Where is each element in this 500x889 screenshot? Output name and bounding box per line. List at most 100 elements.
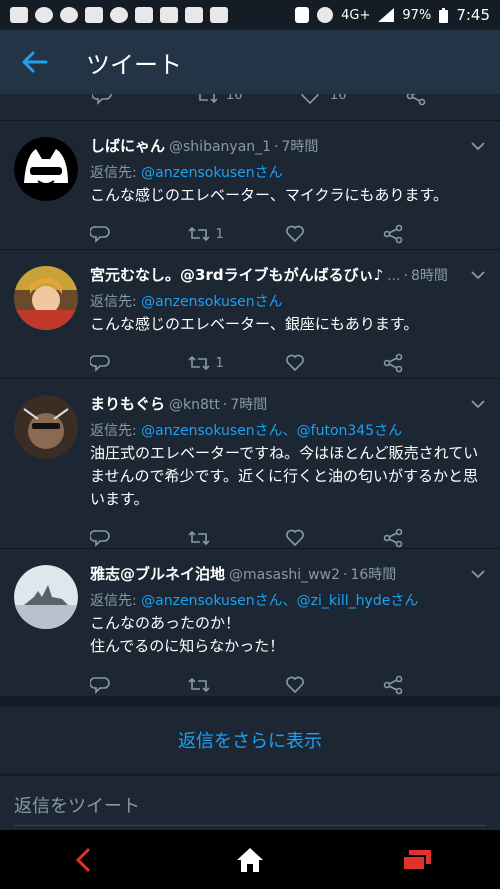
share-button[interactable] bbox=[383, 675, 481, 695]
chevron-down-icon[interactable] bbox=[470, 270, 486, 280]
like-icon bbox=[286, 676, 304, 694]
mention-link[interactable]: @anzensokusenさん、@futon345さん bbox=[141, 423, 402, 439]
tweet-text: 油圧式のエレベーターですね。今はほとんど販売されていませんので希少です。近くに行… bbox=[90, 444, 479, 508]
share-icon[interactable] bbox=[406, 94, 426, 106]
share-icon bbox=[383, 528, 402, 548]
show-more-replies-button[interactable]: 返信をさらに表示 bbox=[0, 697, 500, 783]
share-icon bbox=[383, 224, 402, 244]
back-button[interactable] bbox=[0, 30, 70, 94]
handle[interactable]: @kn8tt bbox=[169, 397, 220, 413]
mention-link[interactable]: @anzensokusenさん bbox=[141, 165, 282, 181]
mention-link[interactable]: @anzensokusenさん bbox=[141, 294, 282, 310]
tweet-header: しばにゃん @shibanyan_1 · 7時間 bbox=[90, 135, 480, 156]
retweet-button[interactable]: 1 bbox=[187, 226, 286, 242]
display-name[interactable]: 雅志@ブルネイ泊地 bbox=[90, 563, 225, 584]
share-icon bbox=[383, 675, 402, 695]
tweet-header: 雅志@ブルネイ泊地 @masashi_ww2 · 16時間 bbox=[90, 563, 480, 584]
display-name[interactable]: しばにゃん bbox=[90, 135, 165, 156]
timestamp: 7時間 bbox=[230, 397, 268, 413]
reply-button[interactable] bbox=[90, 353, 188, 373]
separator: · bbox=[274, 139, 279, 155]
share-icon bbox=[383, 353, 402, 373]
retweet-icon bbox=[187, 677, 210, 693]
mention-link[interactable]: @anzensokusenさん、@zi_kill_hydeさん bbox=[141, 593, 418, 609]
avatar-image bbox=[14, 266, 78, 330]
system-navigation-bar bbox=[0, 830, 500, 889]
nfc-icon bbox=[295, 7, 310, 23]
reply-button[interactable] bbox=[90, 675, 188, 695]
chevron-down-icon[interactable] bbox=[470, 141, 486, 151]
nav-back-icon bbox=[76, 847, 91, 872]
like-button[interactable] bbox=[285, 675, 383, 695]
timestamp: 16時間 bbox=[350, 567, 397, 583]
home-icon bbox=[160, 7, 178, 23]
share-button[interactable] bbox=[383, 528, 481, 548]
mail-icon bbox=[135, 7, 153, 23]
tweet-text-line: こんなのあったのか！ bbox=[90, 614, 241, 632]
like-button[interactable] bbox=[285, 528, 383, 548]
leaf-icon bbox=[85, 7, 103, 23]
avatar[interactable] bbox=[14, 395, 78, 459]
back-arrow-icon bbox=[22, 51, 48, 73]
reply-tweet[interactable]: しばにゃん @shibanyan_1 · 7時間 返信先: @anzensoku… bbox=[0, 121, 500, 250]
reply-input-placeholder[interactable]: 返信をツイート bbox=[14, 792, 140, 818]
app-icon bbox=[60, 7, 78, 23]
display-name[interactable]: まりもぐら bbox=[90, 393, 165, 414]
retweet-button[interactable] bbox=[187, 530, 286, 546]
messenger-icon bbox=[10, 7, 28, 23]
retweet-button[interactable] bbox=[187, 677, 286, 693]
like-button[interactable] bbox=[285, 224, 383, 244]
like-icon bbox=[286, 354, 304, 372]
nav-recents-icon bbox=[401, 849, 431, 871]
handle[interactable]: @shibanyan_1 bbox=[169, 139, 271, 155]
display-name[interactable]: 宮元むなし。@3rdライブもがんばるびぃ♪ bbox=[90, 264, 383, 285]
fan-icon bbox=[110, 7, 128, 23]
share-button[interactable] bbox=[383, 353, 481, 373]
reply-icon bbox=[90, 226, 110, 243]
reply-prefix: 返信先: bbox=[90, 165, 142, 181]
replying-to: 返信先: @anzensokusenさん bbox=[90, 162, 480, 182]
reply-tweet[interactable]: 雅志@ブルネイ泊地 @masashi_ww2 · 16時間 返信先: @anze… bbox=[0, 549, 500, 697]
notification-icons bbox=[10, 7, 228, 23]
tweet-text: こんな感じのエレベーター、銀座にもあります。 bbox=[90, 315, 419, 333]
avatar[interactable] bbox=[14, 137, 78, 201]
nav-home-button[interactable] bbox=[220, 830, 280, 889]
retweet-button[interactable]: 1 bbox=[187, 355, 286, 371]
tweet-header: 宮元むなし。@3rdライブもがんばるびぃ♪ ... · 8時間 bbox=[90, 264, 480, 285]
retweet-icon bbox=[187, 355, 210, 371]
app-icon bbox=[35, 7, 53, 23]
retweet-icon bbox=[187, 226, 210, 242]
reply-icon bbox=[90, 355, 110, 372]
reply-button[interactable] bbox=[90, 224, 188, 244]
chevron-down-icon[interactable] bbox=[470, 399, 486, 409]
separator: · bbox=[403, 268, 408, 284]
tweet-partial: 16 16 bbox=[0, 94, 500, 121]
retweet-icon bbox=[187, 530, 210, 546]
retweet-count: 1 bbox=[215, 355, 224, 371]
reply-tweet[interactable]: 宮元むなし。@3rdライブもがんばるびぃ♪ ... · 8時間 返信先: @an… bbox=[0, 250, 500, 379]
tweet-actions bbox=[90, 662, 480, 708]
clock: 7:45 bbox=[456, 6, 490, 24]
handle[interactable]: @masashi_ww2 bbox=[229, 567, 340, 583]
avatar[interactable] bbox=[14, 565, 78, 629]
like-icon[interactable] bbox=[300, 94, 320, 106]
handle[interactable]: ... bbox=[387, 268, 400, 284]
nav-recents-button[interactable] bbox=[387, 830, 447, 889]
avatar-image bbox=[14, 395, 78, 459]
avatar[interactable] bbox=[14, 266, 78, 330]
reply-tweet[interactable]: まりもぐら @kn8tt · 7時間 返信先: @anzensokusenさん、… bbox=[0, 379, 500, 549]
reply-list[interactable]: 16 16 しばにゃん @shibanyan_1 · 7時間 返信先: @anz… bbox=[0, 94, 500, 829]
reply-button[interactable] bbox=[90, 528, 188, 548]
page-title: ツイート bbox=[86, 50, 182, 79]
like-button[interactable] bbox=[285, 353, 383, 373]
reply-icon[interactable] bbox=[92, 94, 112, 106]
hatena-bookmark-icon bbox=[210, 7, 228, 23]
retweet-icon[interactable] bbox=[196, 94, 218, 104]
status-bar: 4G+ 97% 7:45 bbox=[0, 0, 500, 30]
timestamp: 8時間 bbox=[410, 268, 448, 284]
chevron-down-icon[interactable] bbox=[470, 569, 486, 579]
nav-back-button[interactable] bbox=[53, 830, 113, 889]
share-button[interactable] bbox=[383, 224, 481, 244]
do-not-disturb-icon bbox=[317, 7, 334, 23]
reply-composer[interactable]: 返信をツイート bbox=[0, 776, 500, 830]
